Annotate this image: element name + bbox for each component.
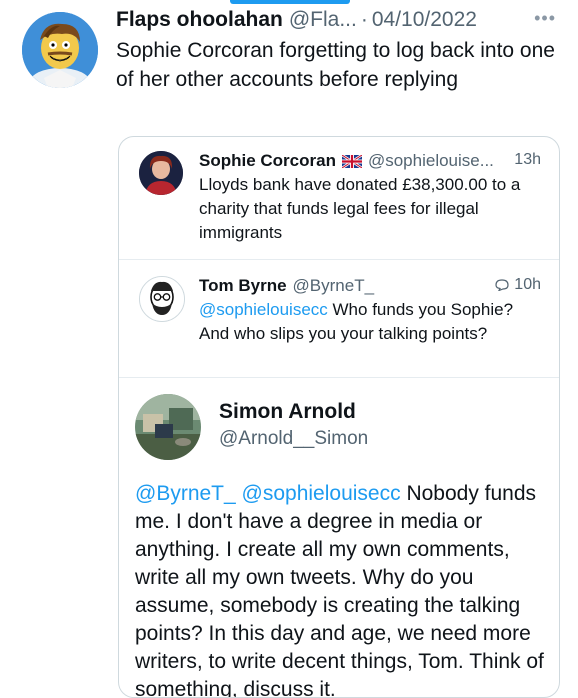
mention-link[interactable]: @ByrneT_ @sophielouisecc (135, 482, 401, 505)
photo-avatar-icon (135, 394, 201, 460)
uk-flag-icon (341, 154, 362, 168)
top-accent-strip (230, 0, 350, 4)
tweet-header: Flaps ohoolahan @Fla... · 04/10/2022 ••• (116, 6, 564, 34)
author-name[interactable]: Flaps ohoolahan (116, 8, 283, 32)
avatar[interactable] (139, 151, 183, 195)
reply-icon (495, 279, 509, 291)
mention-link[interactable]: @sophielouisecc (199, 300, 328, 319)
reply-text: Lloyds bank have donated £38,300.00 to a… (199, 175, 521, 242)
tweet-date[interactable]: 04/10/2022 (372, 8, 477, 32)
author-handle[interactable]: @Fla... (289, 8, 357, 32)
embedded-screenshot: Sophie Corcoran @sophielouise... 13h Llo… (118, 136, 560, 698)
reply-author-name[interactable]: Tom Byrne (199, 276, 287, 296)
reply-item: Simon Arnold @Arnold__Simon @ByrneT_ @so… (119, 377, 559, 698)
reply-author-name[interactable]: Simon Arnold (219, 400, 356, 424)
avatar[interactable] (135, 394, 201, 460)
avatar[interactable] (139, 276, 185, 322)
avatar[interactable] (22, 12, 98, 88)
reply-text: @sophielouisecc Who funds you Sophie? An… (199, 298, 539, 346)
reply-author-handle[interactable]: @Arnold__Simon (219, 428, 368, 450)
reply-author-handle[interactable]: @sophielouise... (368, 151, 494, 171)
more-options-icon[interactable]: ••• (534, 8, 556, 29)
reply-text-body: Nobody funds me. I don't have a degree i… (135, 482, 544, 698)
tweet-text: Sophie Corcoran forgetting to log back i… (116, 39, 555, 91)
reply-header: Sophie Corcoran @sophielouise... (199, 151, 494, 171)
person-avatar-icon (139, 151, 183, 195)
reply-text: @ByrneT_ @sophielouisecc Nobody funds me… (135, 480, 549, 698)
reply-header: Tom Byrne @ByrneT_ (199, 276, 374, 296)
separator-dot: · (360, 8, 368, 31)
reply-author-name[interactable]: Sophie Corcoran (199, 151, 336, 171)
reply-time[interactable]: 13h (514, 151, 541, 169)
cartoon-avatar-icon (22, 12, 98, 88)
reply-item: Sophie Corcoran @sophielouise... 13h Llo… (119, 137, 559, 259)
reply-time-group: 10h (494, 276, 541, 294)
reply-item: Tom Byrne @ByrneT_ 10h @sophielouisecc W… (119, 259, 559, 378)
reply-time[interactable]: 10h (514, 276, 541, 294)
reply-author-handle[interactable]: @ByrneT_ (293, 276, 375, 296)
bearded-man-avatar-icon (140, 277, 184, 321)
